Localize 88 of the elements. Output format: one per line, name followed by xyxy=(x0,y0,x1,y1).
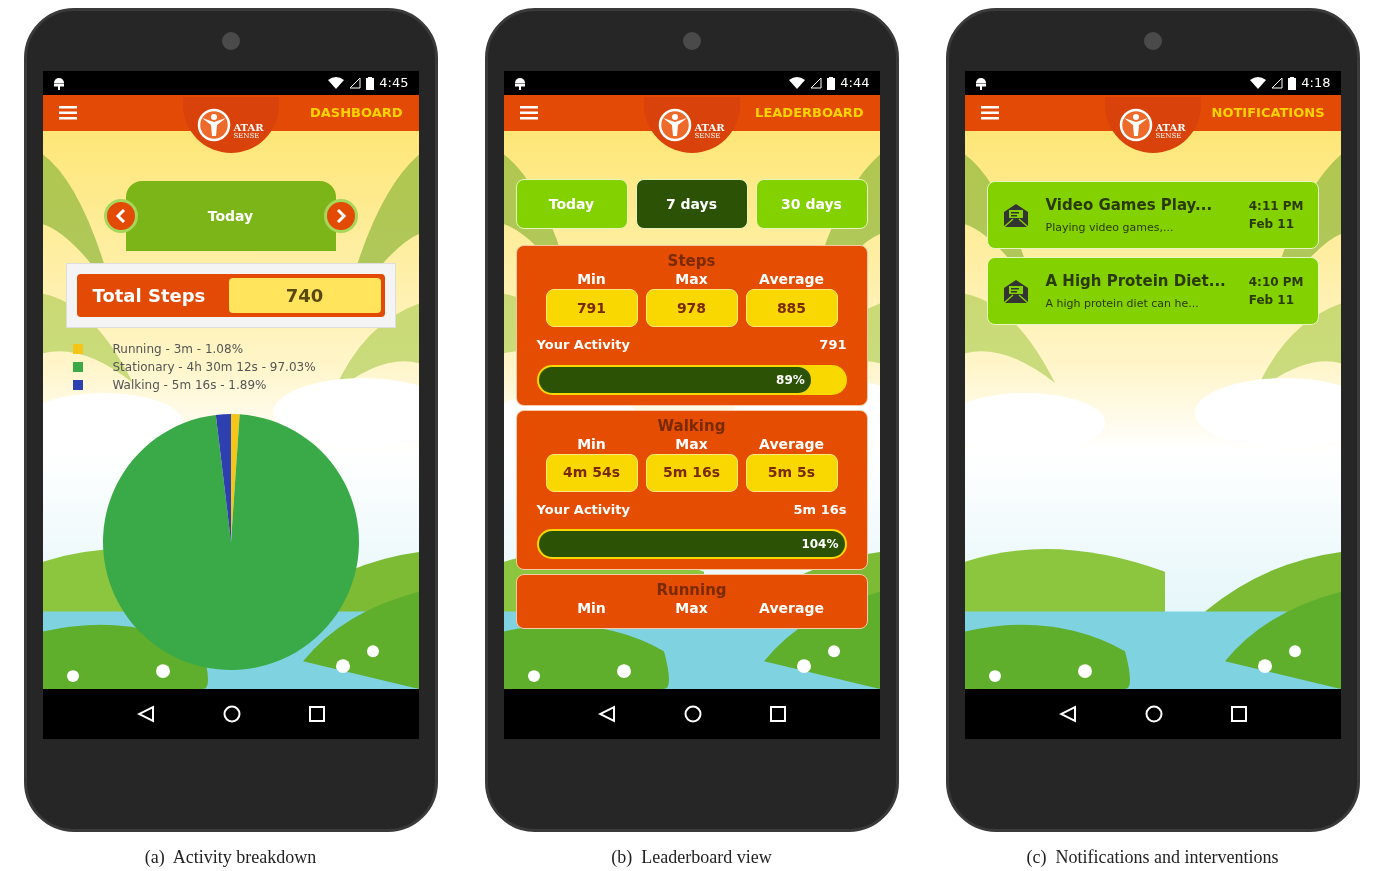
notification-title: A High Protein Diet... xyxy=(1045,270,1227,292)
battery-icon xyxy=(827,76,836,90)
envelope-icon xyxy=(1001,201,1030,229)
legend-text: Running - 3m - 1.08% xyxy=(112,341,244,358)
signal-icon xyxy=(349,77,362,89)
activity-value: 791 xyxy=(819,336,847,354)
legend-text: Walking - 5m 16s - 1.89% xyxy=(112,377,267,394)
notification-card[interactable]: A High Protein Diet... A high protein diet can he... 4:10 PM Feb 11 xyxy=(986,257,1319,325)
stat-label: Average xyxy=(759,270,824,289)
chevron-right-icon xyxy=(334,209,347,223)
android-icon xyxy=(974,76,987,90)
card-title: Walking xyxy=(656,418,727,434)
phone-speaker xyxy=(1143,32,1162,50)
stat-value: 5m 5s xyxy=(745,453,838,492)
home-icon[interactable] xyxy=(683,705,702,723)
activity-label: Your Activity xyxy=(536,500,630,519)
figure-caption: (b) Leaderboard view xyxy=(611,846,772,869)
battery-icon xyxy=(1288,76,1297,90)
status-time: 4:45 xyxy=(379,74,409,93)
stat-value: 4m 54s xyxy=(545,453,638,492)
menu-icon[interactable] xyxy=(519,106,538,120)
stat-value: 978 xyxy=(645,289,738,327)
screen-title: LEADERBOARD xyxy=(755,104,864,123)
card-title: Steps xyxy=(666,254,717,269)
android-icon xyxy=(52,76,65,90)
notification-body: A high protein diet can he... xyxy=(1045,296,1200,312)
stat-label: Max xyxy=(675,434,708,454)
back-icon[interactable] xyxy=(597,705,616,723)
activity-label: Your Activity xyxy=(536,336,630,354)
period-label: Today xyxy=(207,206,254,226)
figure-caption: (a) Activity breakdown xyxy=(144,846,317,869)
stat-label: Min xyxy=(577,270,606,289)
phone-speaker xyxy=(221,32,240,50)
stat-value: 5m 16s xyxy=(645,453,738,492)
stat-label: Average xyxy=(759,599,824,618)
screen-title: NOTIFICATIONS xyxy=(1211,104,1325,123)
notification-time: 4:11 PM xyxy=(1248,198,1304,215)
notification-body: Playing video games,... xyxy=(1045,220,1175,236)
progress-percent: 89% xyxy=(776,371,805,389)
stat-label: Max xyxy=(675,270,708,289)
total-label: Total Steps xyxy=(91,284,207,308)
signal-icon xyxy=(1271,77,1284,89)
chevron-left-icon xyxy=(114,209,127,223)
status-time: 4:44 xyxy=(840,74,870,93)
activity-value: 5m 16s xyxy=(793,500,847,519)
menu-icon[interactable] xyxy=(58,106,77,120)
notification-time: 4:10 PM xyxy=(1248,274,1304,291)
stat-label: Min xyxy=(577,434,606,454)
total-value: 740 xyxy=(228,278,381,313)
back-icon[interactable] xyxy=(1058,705,1077,723)
phone-speaker xyxy=(682,32,701,50)
battery-icon xyxy=(366,76,375,90)
signal-icon xyxy=(810,77,823,89)
notification-date: Feb 11 xyxy=(1248,292,1296,309)
stat-label: Average xyxy=(759,434,824,454)
logo-text: ATAR xyxy=(694,122,725,133)
recent-apps-icon[interactable] xyxy=(1230,706,1247,722)
next-button[interactable] xyxy=(323,199,358,233)
home-icon[interactable] xyxy=(222,705,241,723)
logo-text: ATAR xyxy=(1155,122,1186,133)
notification-card[interactable]: Video Games Play... Playing video games,... 4:11 PM Feb 11 xyxy=(986,181,1319,249)
recent-apps-icon[interactable] xyxy=(308,706,325,722)
back-icon[interactable] xyxy=(136,705,155,723)
progress-percent: 104% xyxy=(801,536,839,553)
person-emblem-icon xyxy=(197,108,232,142)
wifi-icon xyxy=(789,77,806,89)
person-emblem-icon xyxy=(658,108,693,142)
period-tab[interactable]: 7 days xyxy=(635,179,748,229)
legend-text: Stationary - 4h 30m 12s - 97.03% xyxy=(112,359,316,376)
wifi-icon xyxy=(328,77,345,89)
stat-value: 885 xyxy=(745,289,838,327)
wifi-icon xyxy=(1250,77,1267,89)
home-icon[interactable] xyxy=(1144,705,1163,723)
figure-caption: (c) Notifications and interventions xyxy=(1026,846,1279,869)
person-emblem-icon xyxy=(1119,108,1154,142)
recent-apps-icon[interactable] xyxy=(769,706,786,722)
card-title: Running xyxy=(655,583,728,598)
logo-text: ATAR xyxy=(233,122,264,133)
notification-title: Video Games Play... xyxy=(1045,194,1214,216)
stat-label: Max xyxy=(675,599,708,618)
stat-label: Min xyxy=(577,599,606,618)
notification-date: Feb 11 xyxy=(1248,216,1296,233)
stat-value: 791 xyxy=(545,289,638,327)
android-icon xyxy=(513,76,526,90)
status-time: 4:18 xyxy=(1301,74,1331,93)
envelope-icon xyxy=(1001,277,1030,305)
screen-title: DASHBOARD xyxy=(309,104,403,123)
menu-icon[interactable] xyxy=(980,106,999,120)
